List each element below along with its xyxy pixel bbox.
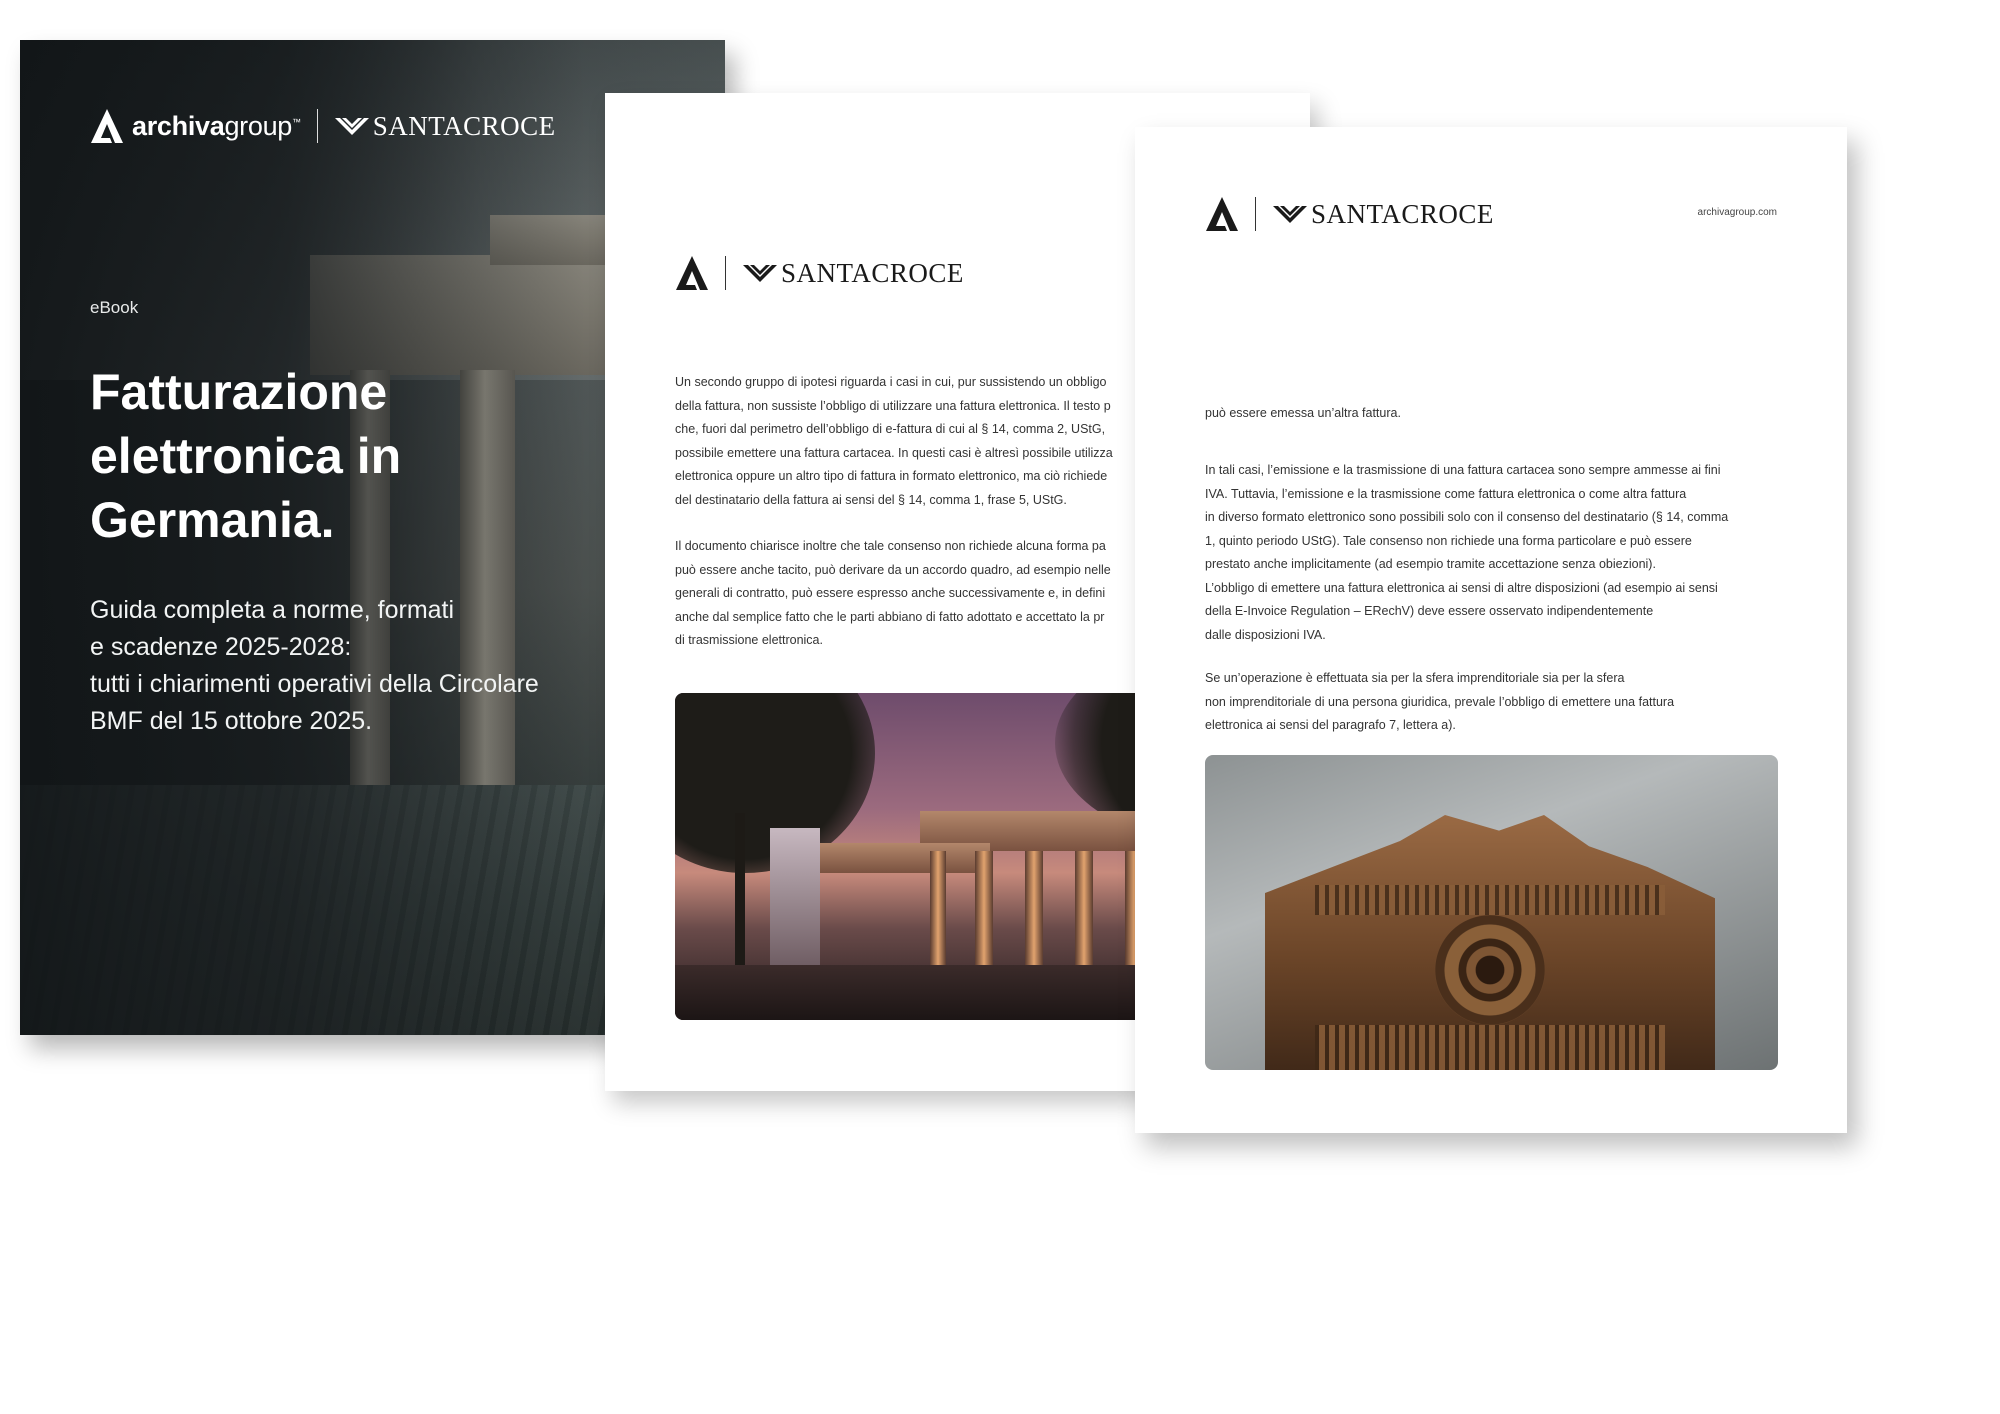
santacroce-wings-icon	[334, 118, 369, 135]
front-paragraph-3: Se un’operazione è effettuata sia per la…	[1205, 671, 1675, 732]
cathedral-photo	[1205, 755, 1778, 1070]
santacroce-wings-icon	[1273, 206, 1307, 223]
middle-page-logo: SANTACROCE	[675, 255, 964, 291]
photo-tree-trunk	[735, 813, 745, 973]
cover-title: Fatturazione elettronica in Germania.	[90, 364, 402, 548]
santacroce-wordmark: SANTACROCE	[781, 257, 964, 288]
photo-gate-roof	[820, 843, 990, 873]
photo-gate-column	[930, 851, 946, 966]
archiva-a-logo-icon	[1206, 197, 1238, 231]
photo-gate-column	[1025, 851, 1043, 966]
photo-cathedral-portal	[1315, 1025, 1665, 1070]
front-paragraph-2: In tali casi, l’emissione e la trasmissi…	[1205, 463, 1729, 642]
cover-kicker: eBook	[90, 298, 139, 317]
photo-side-building	[770, 828, 820, 968]
photo-cathedral-arcade	[1315, 885, 1665, 915]
archivagroup-wordmark: archivagroup™	[132, 110, 301, 141]
front-paragraph-1: può essere emessa un’altra fattura.	[1205, 406, 1401, 420]
ebook-page-front: SANTACROCE archivagroup.com può essere e…	[1135, 127, 1847, 1133]
front-page-logo: SANTACROCE	[1205, 196, 1494, 232]
logo-divider	[316, 109, 318, 143]
logo-divider	[725, 256, 726, 290]
photo-gate-column	[975, 851, 993, 966]
santacroce-wordmark: SANTACROCE	[1311, 198, 1494, 229]
site-url: archivagroup.com	[1697, 207, 1777, 218]
photo-gate-column	[1075, 851, 1093, 966]
santacroce-wings-icon	[743, 265, 777, 282]
logo-divider	[1255, 197, 1256, 231]
archiva-a-logo-icon	[91, 109, 123, 143]
photo-cathedral-rose-window	[1435, 915, 1545, 1025]
archiva-a-logo-icon	[676, 256, 708, 290]
santacroce-wordmark: SANTACROCE	[372, 110, 556, 141]
cover-logo: archivagroup™ SANTACROCE	[90, 108, 556, 144]
